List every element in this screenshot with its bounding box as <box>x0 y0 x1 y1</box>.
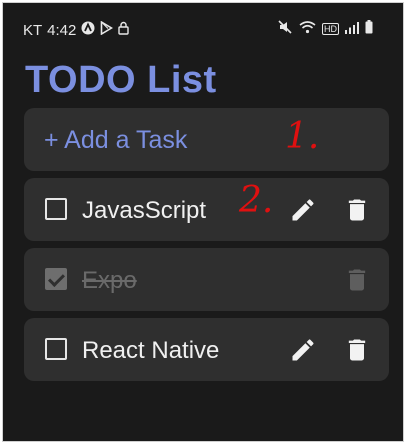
wifi-icon <box>299 20 316 38</box>
task-text: React Native <box>82 337 220 364</box>
trash-icon <box>348 269 366 291</box>
hd-icon: HD <box>322 23 339 35</box>
clock: 4:42 <box>47 21 77 39</box>
delete-button[interactable] <box>343 266 371 294</box>
add-task-label: + Add a Task <box>44 126 188 154</box>
trash-icon <box>348 339 366 361</box>
carrier-label: KT <box>23 21 43 39</box>
battery-icon <box>365 20 373 38</box>
signal-icon <box>345 21 359 38</box>
task-checkbox[interactable] <box>45 338 67 360</box>
pencil-icon <box>292 339 314 361</box>
lock-icon <box>118 21 130 39</box>
app-icon <box>81 21 95 39</box>
status-bar: KT 4:42 HD <box>3 3 403 39</box>
mute-icon <box>278 20 293 38</box>
trash-icon <box>348 199 366 221</box>
pencil-icon <box>292 199 314 221</box>
task-row: JavasScript <box>24 178 389 241</box>
task-text: JavasScript <box>82 197 207 224</box>
task-checkbox[interactable] <box>45 198 67 220</box>
task-row: React Native <box>24 318 389 381</box>
task-checkbox[interactable] <box>45 268 67 290</box>
page-title: TODO List <box>25 59 217 101</box>
task-row: Expo <box>24 248 389 311</box>
phone-screen: KT 4:42 HD TODO List + Add a Task JavasS… <box>2 2 404 442</box>
task-text: Expo <box>82 267 137 294</box>
status-left: KT 4:42 <box>23 20 130 39</box>
add-task-button[interactable]: + Add a Task <box>24 108 389 171</box>
status-right: HD <box>278 20 373 38</box>
play-store-icon <box>100 20 114 39</box>
delete-button[interactable] <box>343 196 371 224</box>
edit-button[interactable] <box>289 196 317 224</box>
edit-button[interactable] <box>289 336 317 364</box>
annotation-two: 2. <box>239 180 274 221</box>
delete-button[interactable] <box>343 336 371 364</box>
annotation-one: 1. <box>285 116 320 157</box>
